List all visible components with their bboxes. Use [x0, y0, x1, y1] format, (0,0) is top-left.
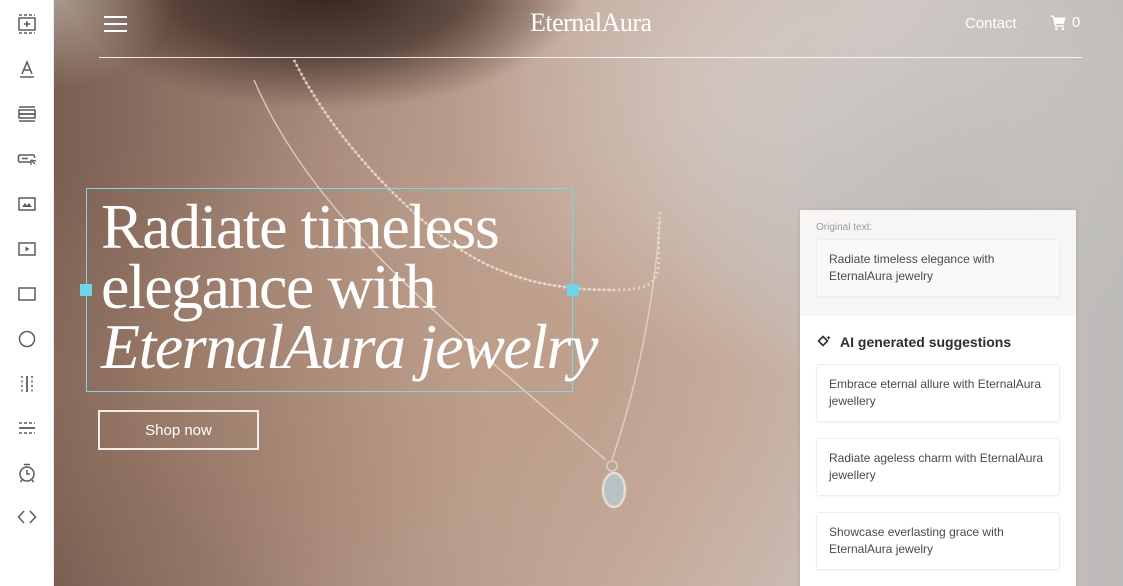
circle-icon: [18, 330, 36, 348]
contact-link[interactable]: Contact: [965, 15, 1017, 32]
rectangle-tool[interactable]: [13, 280, 41, 308]
ai-suggestions-title: AI generated suggestions: [840, 334, 1012, 350]
suggestion-card[interactable]: Embrace eternal allure with EternalAura …: [816, 364, 1060, 422]
sparkle-icon: [817, 335, 831, 347]
cart-count: 0: [1072, 14, 1081, 31]
tool-rail: [0, 0, 54, 586]
image-icon: [18, 197, 36, 211]
add-section-icon: [18, 14, 36, 34]
original-text-card: Radiate timeless elegance with EternalAu…: [816, 239, 1060, 297]
suggestion-card[interactable]: Radiate ageless charm with EternalAura j…: [816, 438, 1060, 496]
code-tool[interactable]: [13, 503, 41, 531]
original-text-section: Original text: Radiate timeless elegance…: [800, 210, 1076, 316]
ai-suggestions-heading: AI generated suggestions: [816, 334, 1060, 350]
add-section-tool[interactable]: [13, 10, 41, 38]
ai-suggestions-panel: Original text: Radiate timeless elegance…: [800, 210, 1076, 586]
menu-button[interactable]: [104, 14, 128, 34]
button-tool[interactable]: [13, 145, 41, 173]
horizontal-divider-tool[interactable]: [13, 414, 41, 442]
cart-button[interactable]: 0: [1050, 14, 1080, 31]
text-icon: [20, 60, 34, 78]
cart-icon: [1050, 15, 1066, 31]
headline-line-3: EternalAura jewelry: [101, 311, 598, 382]
brand-logo[interactable]: EternalAura: [530, 8, 652, 38]
original-text-label: Original text:: [816, 222, 873, 233]
vertical-divider-icon: [21, 376, 33, 392]
resize-handle-left[interactable]: [80, 284, 92, 296]
text-tool[interactable]: [13, 55, 41, 83]
code-icon: [17, 510, 37, 524]
headline-line-1: Radiate timeless: [101, 191, 500, 262]
headline-line-2: elegance with: [101, 251, 437, 322]
rectangle-icon: [18, 287, 36, 301]
suggestion-card[interactable]: Showcase everlasting grace with EternalA…: [816, 512, 1060, 570]
circle-tool[interactable]: [13, 325, 41, 353]
image-tool[interactable]: [13, 190, 41, 218]
button-icon: [17, 154, 37, 165]
shop-now-button[interactable]: Shop now: [98, 410, 259, 450]
video-tool[interactable]: [13, 235, 41, 263]
headline-selection-box[interactable]: Radiate timeless elegance with EternalAu…: [80, 188, 598, 392]
hero-headline[interactable]: Radiate timeless elegance with EternalAu…: [101, 191, 598, 382]
layout-icon: [18, 106, 36, 122]
timer-icon: [19, 463, 35, 483]
video-icon: [18, 242, 36, 256]
hero-canvas: EternalAura Contact 0 Radiate timeless e…: [54, 0, 1123, 586]
horizontal-divider-icon: [19, 422, 35, 434]
timer-tool[interactable]: [13, 459, 41, 487]
vertical-divider-tool[interactable]: [13, 370, 41, 398]
header-divider: [99, 57, 1082, 58]
layout-tool[interactable]: [13, 100, 41, 128]
